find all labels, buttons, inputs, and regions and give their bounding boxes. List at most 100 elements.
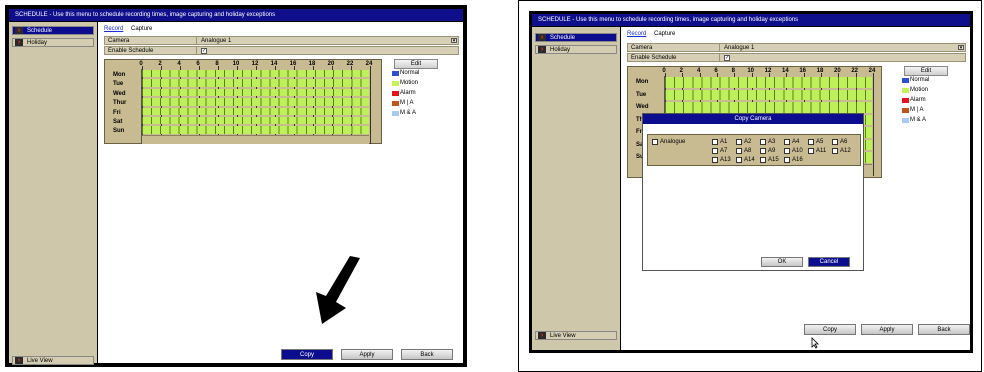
grid-cells[interactable] — [141, 66, 371, 144]
camera-checkbox-a7[interactable]: A7 — [712, 148, 727, 155]
legend-swatch — [902, 118, 909, 123]
tab-bar: Record Capture — [104, 26, 158, 34]
legend-item: Alarm — [902, 97, 929, 107]
hour-label: 18 — [816, 68, 824, 74]
hour-label: 10 — [747, 68, 754, 74]
camera-checkbox-a16[interactable]: A16 — [784, 157, 803, 164]
day-label: Sun — [113, 128, 125, 135]
schedule-row-tue[interactable] — [665, 89, 872, 100]
camera-select[interactable]: Analogue 1 ▾ — [198, 37, 458, 44]
checkbox-label: A3 — [768, 139, 776, 145]
schedule-row-thur[interactable] — [142, 98, 369, 106]
apply-button[interactable]: Apply — [861, 324, 913, 335]
sidebar-item-live-view[interactable]: › Live View — [535, 331, 617, 340]
camera-select[interactable]: Analogue 1 ▾ — [721, 44, 965, 51]
checkbox-label: A6 — [840, 139, 848, 145]
tab-record[interactable]: Record — [104, 26, 123, 32]
schedule-row-sat[interactable] — [142, 116, 369, 125]
enable-schedule-checkbox[interactable]: ✓ — [724, 55, 730, 61]
hour-divider — [370, 66, 371, 144]
camera-checkbox-a9[interactable]: A9 — [760, 148, 775, 155]
copy-button[interactable]: Copy — [804, 324, 856, 335]
tab-capture[interactable]: Capture — [131, 26, 152, 32]
sidebar-item-live-view[interactable]: › Live View — [12, 356, 94, 365]
camera-checkbox-a15[interactable]: A15 — [760, 157, 779, 164]
camera-checkbox-group: Analogue A1 A2 A3 A4 A5 A6 A7 A8 A9 A10 A11 A12 A13 A… — [647, 134, 861, 166]
schedule-row-wed[interactable] — [142, 88, 369, 97]
checkbox-icon — [832, 139, 838, 145]
sidebar-item-schedule[interactable]: › Schedule — [535, 33, 617, 42]
checkbox-label: A4 — [792, 139, 800, 145]
checkbox-icon — [736, 139, 742, 145]
checkbox-label: A16 — [792, 157, 803, 163]
camera-checkbox-a1[interactable]: A1 — [712, 139, 727, 146]
sidebar-item-label: Holiday — [550, 47, 571, 53]
enable-schedule-label: Enable Schedule — [105, 47, 197, 54]
edit-button[interactable]: Edit — [394, 59, 438, 69]
chevron-right-icon: › — [15, 39, 23, 46]
camera-value: Analogue 1 — [201, 38, 232, 44]
schedule-row-sun[interactable] — [142, 126, 369, 134]
checkbox-icon — [760, 139, 766, 145]
schedule-row-empty — [142, 134, 369, 144]
hour-label: 16 — [289, 61, 297, 67]
sidebar-item-holiday[interactable]: › Holiday — [535, 45, 617, 54]
checkbox-icon — [784, 148, 790, 154]
schedule-row-mon[interactable] — [142, 70, 369, 78]
legend-item: M & A — [392, 110, 419, 120]
camera-checkbox-a5[interactable]: A5 — [808, 139, 823, 146]
camera-checkbox-a3[interactable]: A3 — [760, 139, 775, 146]
camera-checkbox-a2[interactable]: A2 — [736, 139, 751, 146]
sidebar-item-schedule[interactable]: › Schedule — [12, 26, 94, 35]
sidebar-item-holiday[interactable]: › Holiday — [12, 38, 94, 47]
hour-label: 12 — [764, 68, 772, 74]
hour-label: 16 — [799, 68, 806, 74]
back-button[interactable]: Back — [918, 324, 970, 335]
legend-swatch — [392, 81, 399, 86]
camera-checkbox-a11[interactable]: A11 — [808, 148, 826, 155]
main-content: Record Capture Camera Analogue 1 ▾ Enabl… — [621, 27, 970, 350]
checkbox-icon — [808, 139, 814, 145]
hour-label: 24 — [365, 61, 373, 67]
legend-label: Motion — [910, 87, 929, 93]
schedule-row-wed[interactable] — [665, 102, 872, 113]
tab-capture[interactable]: Capture — [654, 31, 675, 37]
camera-checkbox-a10[interactable]: A10 — [784, 148, 803, 155]
copy-button[interactable]: Copy — [281, 349, 333, 360]
legend-label: M | A — [400, 100, 414, 106]
enable-schedule-row: Enable Schedule ✓ — [104, 46, 459, 55]
checkbox-icon — [760, 148, 766, 154]
ok-button[interactable]: OK — [761, 257, 803, 267]
back-button[interactable]: Back — [401, 349, 453, 360]
camera-checkbox-a8[interactable]: A8 — [736, 148, 751, 155]
camera-checkbox-a13[interactable]: A13 — [712, 157, 731, 164]
checkbox-label: A14 — [744, 157, 755, 163]
checkbox-icon — [712, 139, 718, 145]
schedule-row-fri[interactable] — [142, 107, 369, 115]
day-label: Wed — [636, 104, 649, 110]
legend-label: Motion — [400, 80, 419, 86]
camera-checkbox-a4[interactable]: A4 — [784, 139, 799, 146]
apply-button[interactable]: Apply — [341, 349, 393, 360]
schedule-row-tue[interactable] — [142, 79, 369, 87]
camera-checkbox-a6[interactable]: A6 — [832, 139, 847, 146]
tab-record[interactable]: Record — [627, 31, 646, 37]
checkbox-label: A11 — [816, 148, 827, 154]
legend-swatch — [392, 71, 399, 76]
camera-checkbox-a12[interactable]: A12 — [832, 148, 851, 155]
chevron-down-icon[interactable]: ▾ — [451, 38, 457, 44]
hour-divider — [873, 73, 874, 176]
schedule-row-mon[interactable] — [665, 77, 872, 88]
hour-label: 14 — [270, 61, 278, 67]
checkbox-label: A10 — [792, 148, 803, 154]
enable-schedule-checkbox[interactable]: ✓ — [201, 48, 207, 54]
camera-checkbox-a14[interactable]: A14 — [736, 157, 755, 164]
chevron-down-icon[interactable]: ▾ — [958, 45, 964, 51]
schedule-grid[interactable]: 024681012141618202224 MonTueWedThurFriSa… — [104, 59, 382, 144]
analogue-checkbox[interactable]: Analogue — [652, 139, 685, 146]
cancel-button[interactable]: Cancel — [808, 257, 850, 267]
legend-item: Motion — [392, 80, 419, 90]
edit-button[interactable]: Edit — [904, 66, 948, 76]
legend-swatch — [392, 111, 399, 116]
checkbox-icon — [784, 157, 790, 163]
